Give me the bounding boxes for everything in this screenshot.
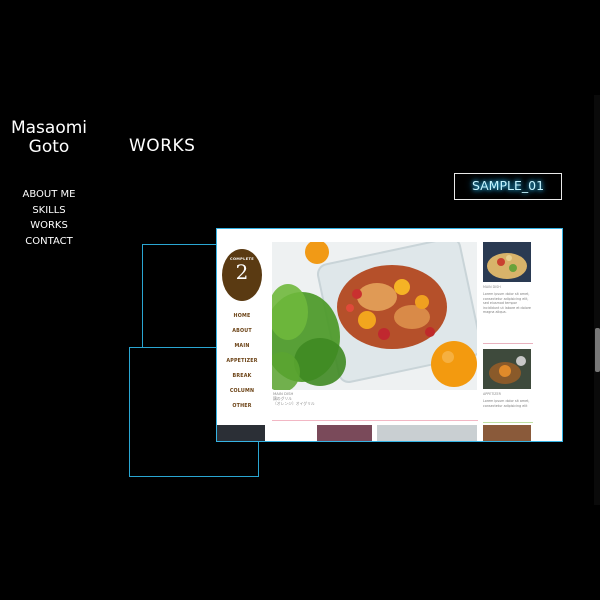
nav-item-about-me[interactable]: ABOUT ME	[18, 187, 80, 203]
brand-name[interactable]: Masaomi Goto	[9, 119, 89, 157]
preview-thumbnail	[377, 425, 477, 441]
main-nav: ABOUT ME SKILLS WORKS CONTACT	[18, 187, 80, 249]
preview-menu-item: COLUMN	[229, 389, 255, 394]
preview-menu-item: MAIN	[234, 344, 250, 349]
page-title: WORKS	[129, 136, 196, 156]
preview-menu-item: HOME	[233, 314, 251, 319]
preview-sidebar: COMPLETE 2 HOME ABOUT MAIN APPETIZER BRE…	[217, 229, 269, 429]
preview-thumbnail	[317, 425, 372, 441]
scrollbar-thumb[interactable]	[595, 328, 600, 372]
preview-thumbnail	[217, 425, 265, 441]
food-photo-illustration	[272, 242, 477, 390]
preview-hero-meta: MAIN DISH 鶏のグリル 〔オレンジ〕オイグリル	[273, 391, 315, 406]
preview-hero-image	[272, 242, 477, 390]
preview-divider	[272, 420, 478, 421]
preview-menu-item: ABOUT	[232, 329, 252, 334]
preview-card-rule	[483, 422, 533, 423]
preview-card-image	[483, 242, 531, 282]
preview-logo-number: 2	[235, 260, 249, 284]
preview-menu-item: BREAK	[232, 374, 252, 379]
preview-card: APPETIZER Lorem ipsum dolor sit amet, co…	[483, 349, 533, 423]
preview-card-meta: MAIN DISH	[483, 285, 501, 289]
brand-name-line1: Masaomi	[10, 118, 88, 138]
preview-menu-item: OTHER	[232, 404, 252, 409]
preview-menu: HOME ABOUT MAIN APPETIZER BREAK COLUMN O…	[217, 309, 267, 414]
work-preview-screenshot[interactable]: COMPLETE 2 HOME ABOUT MAIN APPETIZER BRE…	[216, 228, 563, 442]
food-thumbnail	[483, 242, 531, 282]
nav-item-contact[interactable]: CONTACT	[18, 234, 80, 250]
preview-thumbnail	[483, 425, 531, 441]
preview-menu-item: APPETIZER	[226, 359, 258, 364]
preview-card-image	[483, 349, 531, 389]
brand-name-line2: Goto	[28, 137, 70, 157]
sample-label: SAMPLE_01	[454, 173, 562, 200]
preview-card-meta: APPETIZER	[483, 392, 501, 396]
scrollbar-track[interactable]	[594, 95, 600, 505]
food-thumbnail	[483, 349, 531, 389]
preview-bottom-thumbnails	[217, 425, 562, 441]
nav-item-skills[interactable]: SKILLS	[18, 203, 80, 219]
preview-logo: COMPLETE 2	[222, 249, 262, 301]
preview-card-list: MAIN DISH Lorem ipsum dolor sit amet, co…	[483, 242, 533, 428]
preview-card: MAIN DISH Lorem ipsum dolor sit amet, co…	[483, 242, 533, 344]
preview-card-rule	[483, 343, 533, 344]
nav-item-works[interactable]: WORKS	[18, 218, 80, 234]
preview-card-text: Lorem ipsum dolor sit amet, consectetur …	[483, 399, 530, 408]
preview-hero-caption: 〔オレンジ〕オイグリル	[273, 401, 315, 406]
preview-card-text: Lorem ipsum dolor sit amet, consectetur …	[483, 292, 531, 315]
